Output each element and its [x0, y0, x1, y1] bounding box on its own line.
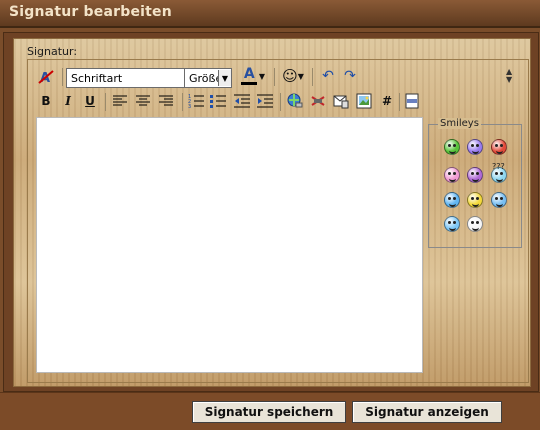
- indent-icon: [257, 94, 273, 108]
- smiley-mouth: [449, 177, 456, 182]
- unlink-icon: [311, 96, 325, 106]
- preview-signature-button[interactable]: Signatur anzeigen: [352, 401, 502, 423]
- smiley-mouth: [496, 149, 503, 154]
- unordered-list-button[interactable]: [208, 91, 228, 111]
- toolbar-separator: [105, 93, 106, 111]
- align-left-icon: [113, 95, 127, 106]
- ordered-list-icon: 123: [188, 94, 204, 108]
- smiley-mouth: [449, 149, 456, 154]
- smiley-icon: ☺: [282, 67, 298, 85]
- font-family-value: Schriftart: [71, 71, 123, 85]
- smiley-tongue-icon[interactable]: [444, 167, 460, 183]
- title-bar: Signatur bearbeiten: [0, 0, 540, 28]
- smiley-eyes-icon[interactable]: [491, 192, 507, 208]
- align-right-icon: [159, 95, 173, 106]
- insert-link-button[interactable]: [285, 91, 305, 111]
- save-signature-button[interactable]: Signatur speichern: [192, 401, 346, 423]
- smiley-mouth: [472, 177, 479, 182]
- underline-button[interactable]: U: [80, 91, 100, 111]
- smiley-angry-icon[interactable]: [491, 139, 507, 155]
- align-right-button[interactable]: [156, 91, 176, 111]
- remove-link-button[interactable]: [308, 91, 328, 111]
- svg-text:3: 3: [188, 104, 191, 108]
- outdent-icon: [234, 94, 250, 108]
- insert-email-button[interactable]: [331, 91, 351, 111]
- window-title: Signatur bearbeiten: [9, 4, 172, 20]
- remove-format-button[interactable]: A: [36, 67, 56, 87]
- undo-button[interactable]: ↶: [318, 66, 338, 86]
- undo-icon: ↶: [322, 68, 334, 84]
- smiley-sad-icon[interactable]: [467, 139, 483, 155]
- ordered-list-button[interactable]: 123: [186, 91, 206, 111]
- chevron-down-icon: ▼: [297, 71, 304, 81]
- php-code-icon: [405, 93, 419, 109]
- toolbar-separator: [62, 68, 63, 86]
- align-center-button[interactable]: [133, 91, 153, 111]
- font-color-button[interactable]: A ▼: [237, 66, 267, 86]
- redo-icon: ↷: [344, 68, 356, 84]
- smileys-legend: Smileys: [438, 118, 481, 129]
- smiley-cool-icon[interactable]: [444, 216, 460, 232]
- smiley-mouth: [472, 149, 479, 154]
- smiley-question-label: ???: [492, 162, 505, 171]
- signature-label: Signatur:: [27, 45, 78, 58]
- redo-button[interactable]: ↷: [340, 66, 360, 86]
- smiley-evil-icon[interactable]: [467, 167, 483, 183]
- toolbar-separator: [399, 93, 400, 111]
- globe-link-icon: [287, 93, 303, 108]
- toolbar-row-2: B I U 123 #: [34, 91, 424, 113]
- italic-button[interactable]: I: [58, 91, 78, 111]
- smiley-mouth: [449, 202, 456, 207]
- emoticon-button[interactable]: ☺ ▼: [279, 66, 307, 86]
- smiley-mouth: [449, 226, 456, 231]
- outdent-button[interactable]: [232, 91, 252, 111]
- font-color-glyph: A: [243, 66, 255, 82]
- smiley-wink-icon[interactable]: [467, 192, 483, 208]
- smiley-smile-icon[interactable]: [444, 192, 460, 208]
- toolbar-row-1: A Schriftart ▼ Größe ▼ A ▼ ☺ ▼ ↶ ↷: [34, 65, 524, 89]
- smiley-grin-icon[interactable]: [444, 139, 460, 155]
- chevron-down-icon: ▼: [258, 71, 266, 81]
- email-icon: [333, 95, 349, 109]
- smiley-shock-icon[interactable]: [467, 216, 483, 232]
- image-icon: [356, 93, 372, 109]
- align-center-icon: [136, 95, 150, 106]
- bold-button[interactable]: B: [36, 91, 56, 111]
- indent-button[interactable]: [255, 91, 275, 111]
- remove-format-icon: A: [38, 70, 54, 85]
- unordered-list-icon: [210, 95, 226, 108]
- font-color-bar: [240, 82, 257, 85]
- insert-image-button[interactable]: [354, 91, 374, 111]
- toolbar-separator: [280, 93, 281, 111]
- chevron-down-icon: ▼: [218, 70, 231, 86]
- signature-textarea[interactable]: [36, 117, 423, 373]
- toolbar-separator: [274, 68, 275, 86]
- toolbar-separator: [182, 93, 183, 111]
- font-size-value: Größe: [189, 71, 218, 85]
- toolbar-expand-icon[interactable]: ▲ ▼: [506, 68, 512, 84]
- toolbar-separator: [312, 68, 313, 86]
- smiley-mouth: [472, 202, 479, 207]
- smiley-mouth: [496, 202, 503, 207]
- smiley-mouth: [472, 226, 479, 231]
- insert-code-button[interactable]: #: [377, 91, 397, 111]
- smiley-mouth: [496, 177, 503, 182]
- font-size-select[interactable]: Größe ▼: [184, 68, 232, 88]
- align-left-button[interactable]: [110, 91, 130, 111]
- insert-php-button[interactable]: [402, 91, 422, 111]
